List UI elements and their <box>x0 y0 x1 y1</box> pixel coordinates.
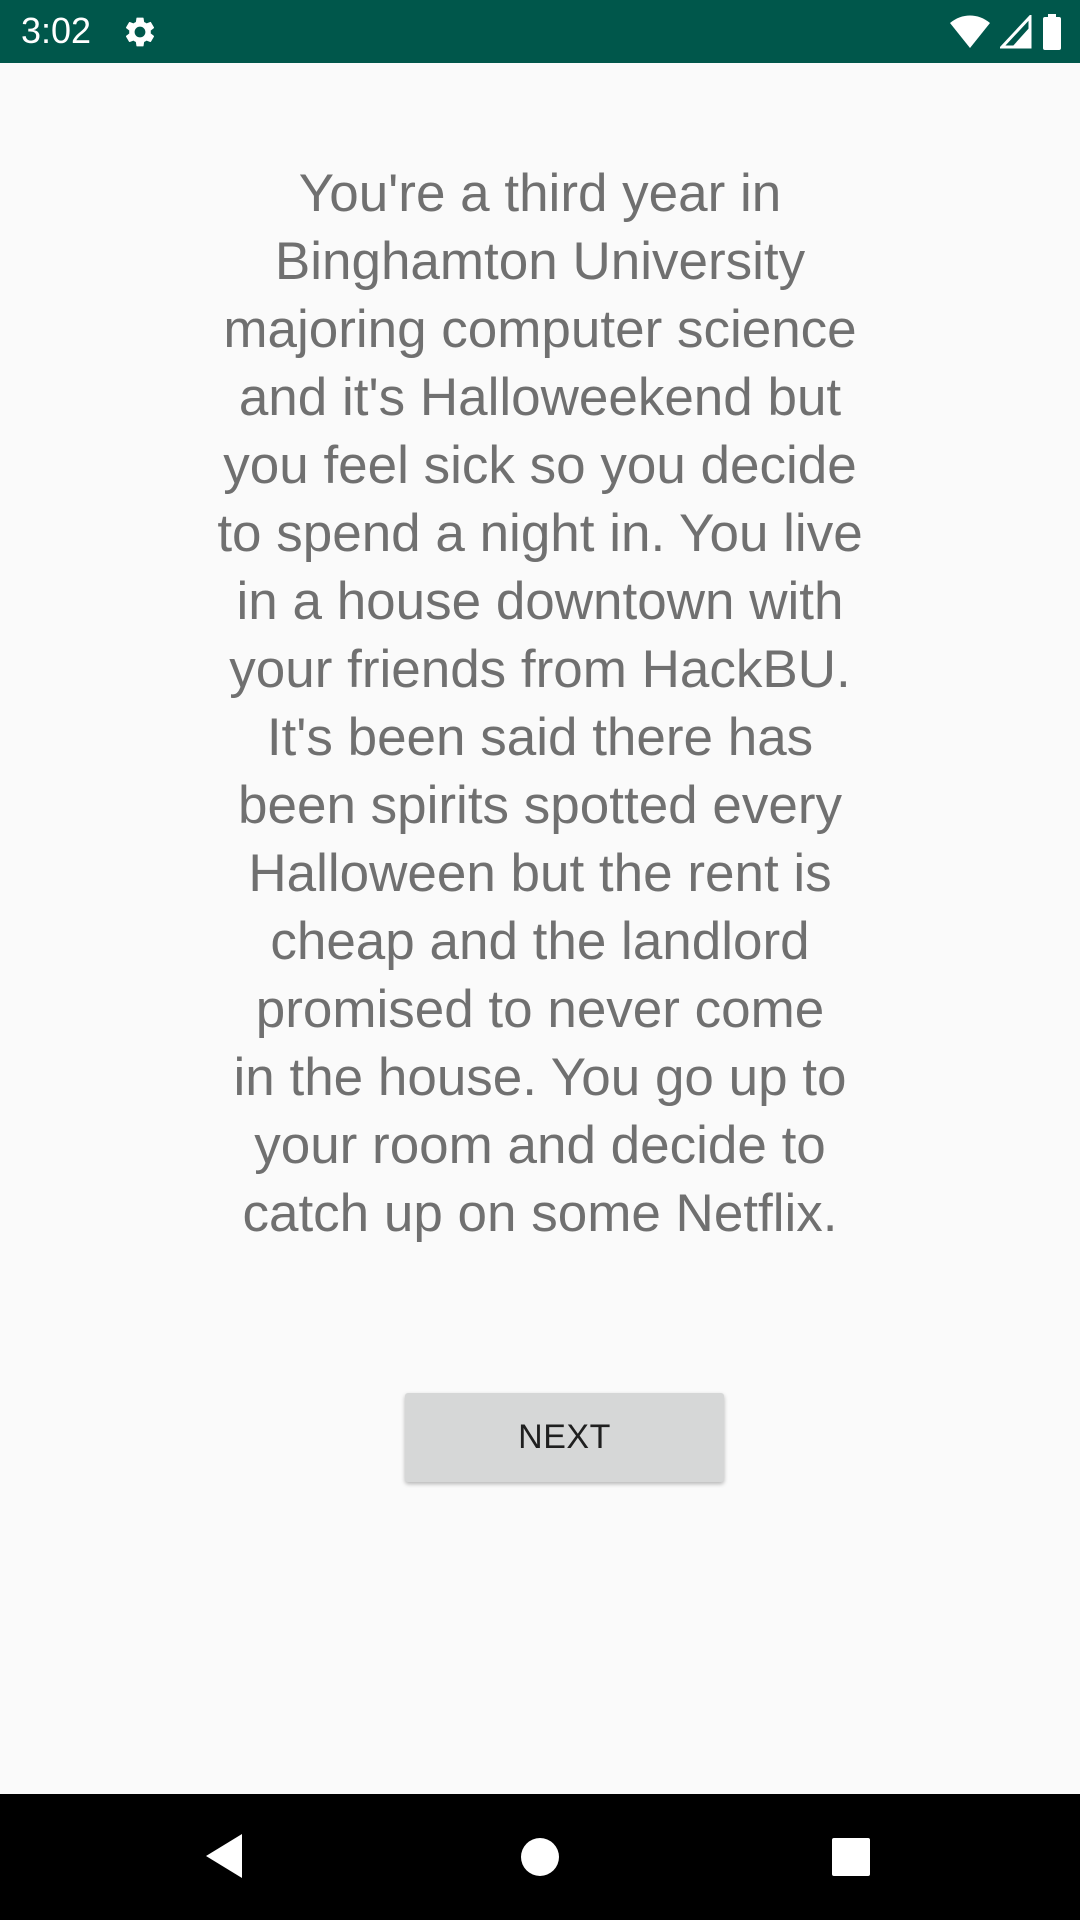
screen: 3:02 You're a third year in Binghamton U… <box>0 0 1080 1920</box>
home-icon[interactable] <box>520 1837 560 1877</box>
status-icons <box>950 12 1062 52</box>
status-bar: 3:02 <box>0 0 1080 63</box>
back-icon[interactable] <box>204 1832 244 1880</box>
status-time: 3:02 <box>21 10 92 51</box>
wifi-icon <box>950 15 990 49</box>
story-text: You're a third year in Binghamton Univer… <box>217 164 863 1243</box>
settings-icon <box>122 14 158 50</box>
battery-icon <box>1042 14 1062 50</box>
recents-icon[interactable] <box>831 1837 871 1877</box>
next-button[interactable]: NEXT <box>405 1393 724 1482</box>
navigation-bar <box>0 1794 1080 1920</box>
cell-signal-icon <box>1000 15 1032 49</box>
